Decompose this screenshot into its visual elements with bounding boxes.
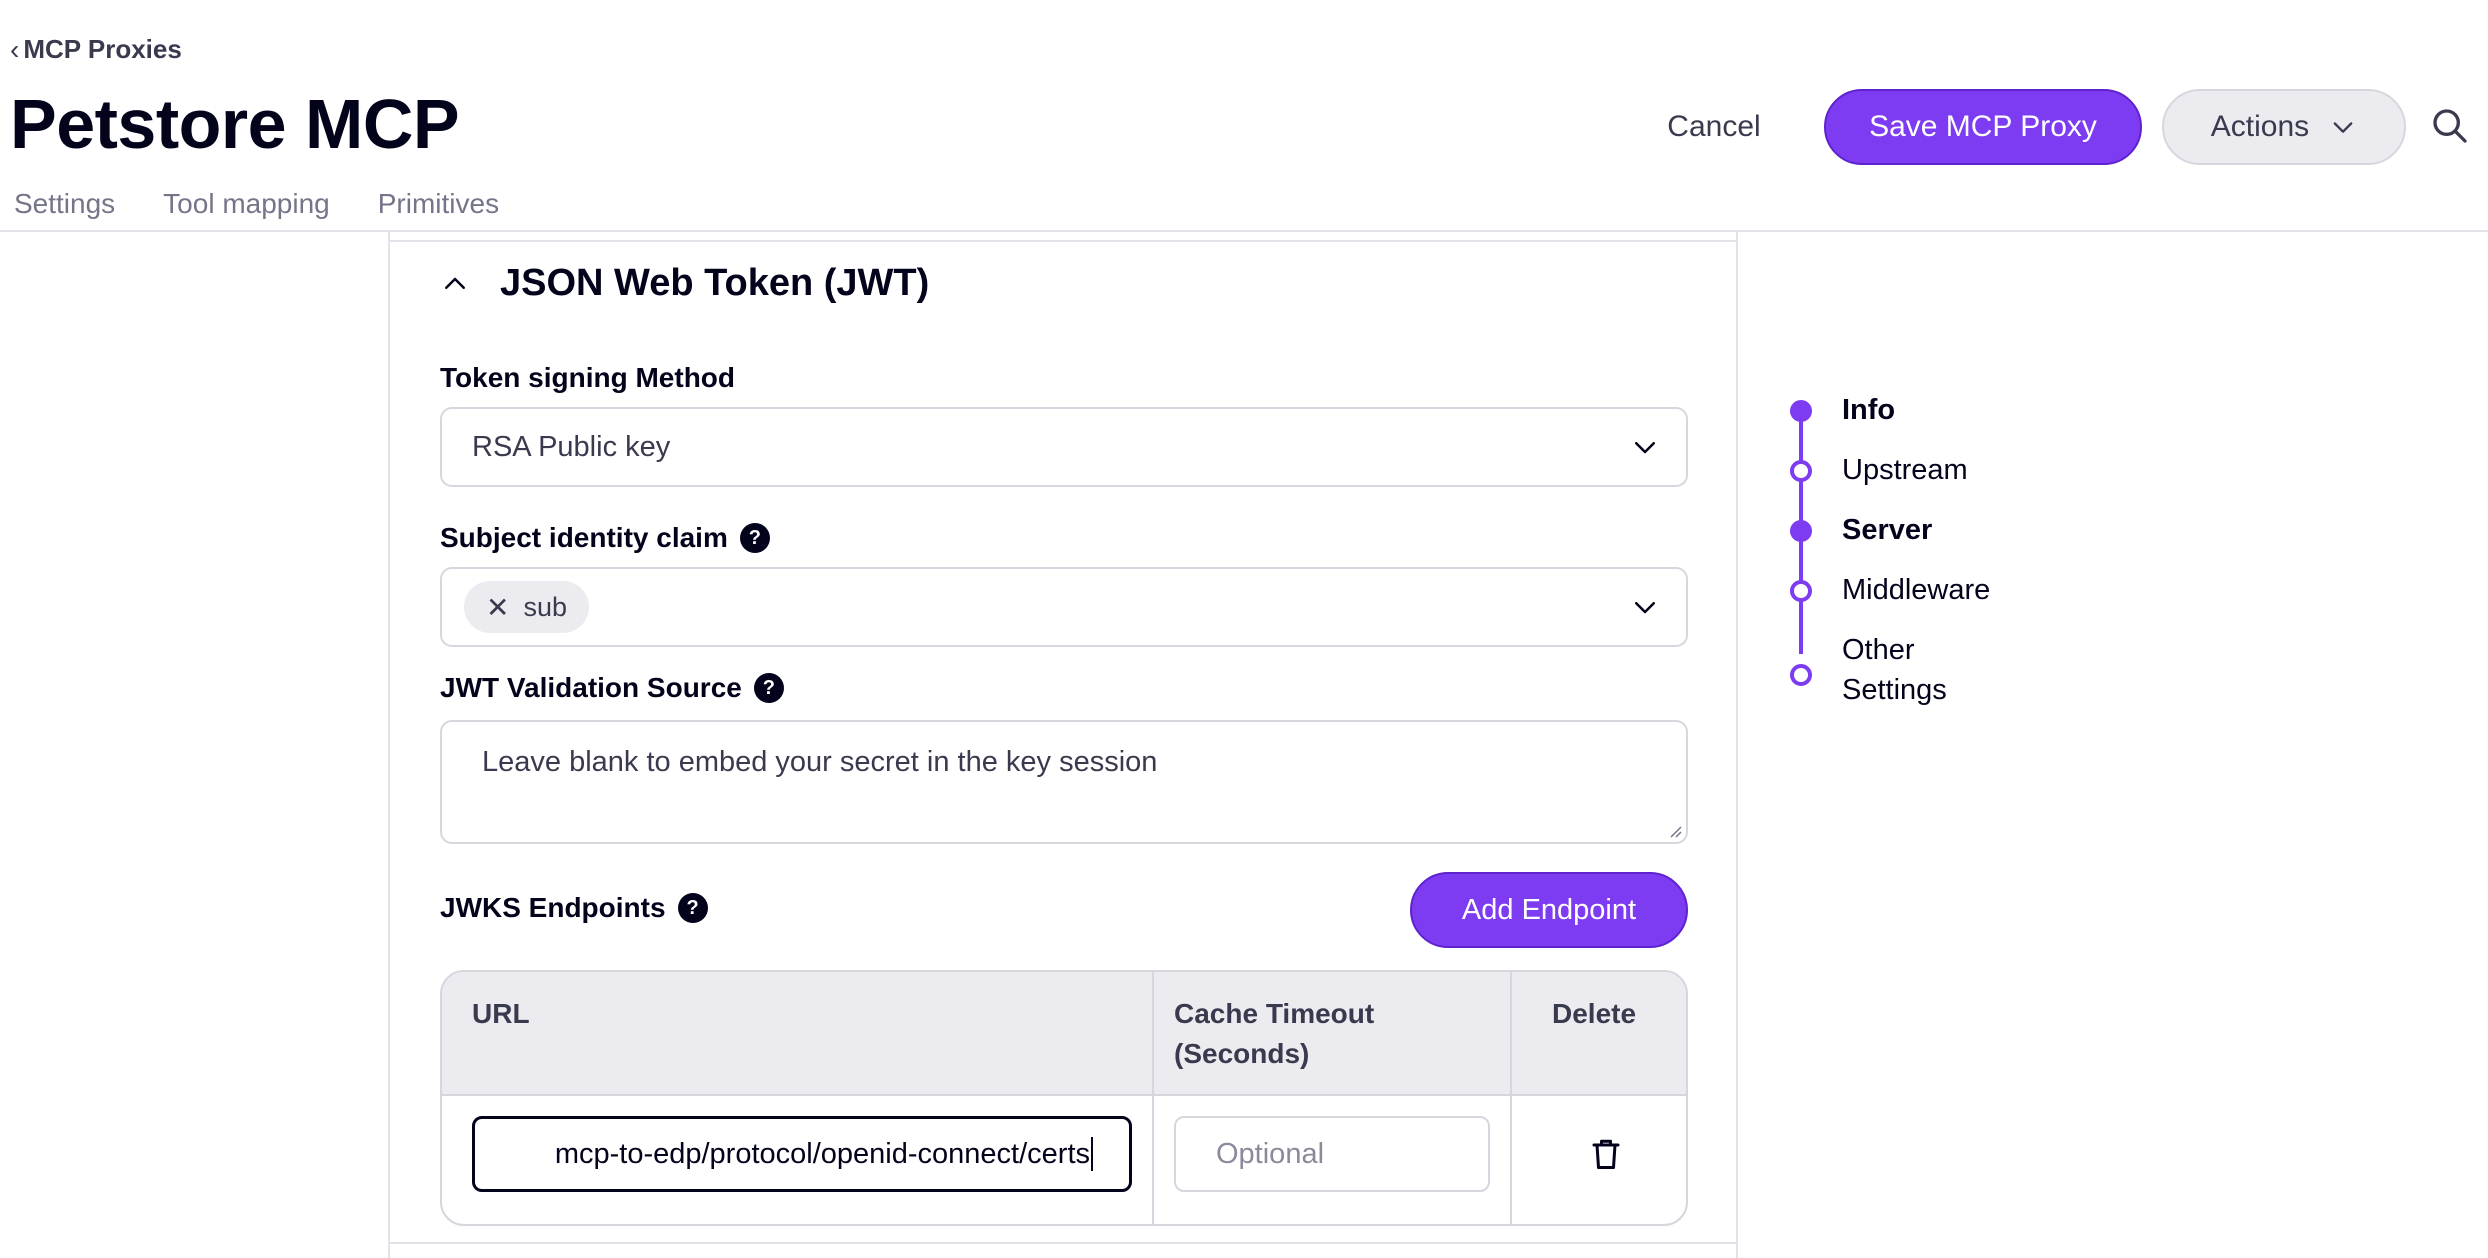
subject-claim-select[interactable]: ✕ sub (440, 567, 1688, 647)
column-divider (1152, 972, 1154, 1224)
add-endpoint-button[interactable]: Add Endpoint (1410, 872, 1688, 948)
step-upstream[interactable]: Upstream (1780, 450, 1968, 490)
validation-source-placeholder: Leave blank to embed your secret in the … (482, 746, 1158, 778)
step-label: Info (1842, 394, 1896, 426)
tab-bar: Settings Tool mapping Primitives (14, 188, 499, 220)
divider (390, 1242, 1736, 1244)
chevron-down-icon (1635, 602, 1655, 614)
text-caret (1091, 1137, 1093, 1171)
cancel-button[interactable]: Cancel (1640, 90, 1788, 164)
step-info[interactable]: Info (1780, 390, 1895, 430)
step-dot (1790, 460, 1812, 482)
chevron-up-icon (445, 277, 465, 289)
search-icon[interactable] (2430, 106, 2470, 146)
validation-source-label: JWT Validation Source ? (440, 672, 784, 704)
jwks-url-value: mcp-to-edp/protocol/openid-connect/certs (554, 1137, 1090, 1170)
step-dot (1790, 580, 1812, 602)
section-stepper: Info Upstream Server Middleware Other Se… (1780, 390, 2080, 730)
claim-chip-label: sub (523, 591, 568, 622)
column-header-cache-timeout: Cache Timeout (Seconds) (1174, 998, 1375, 1069)
subject-claim-label-text: Subject identity claim (440, 522, 728, 553)
chevron-down-icon (2333, 122, 2353, 133)
actions-button[interactable]: Actions (2162, 89, 2406, 165)
help-icon[interactable]: ? (739, 523, 770, 553)
jwks-url-input[interactable]: mcp-to-edp/protocol/openid-connect/certs (472, 1116, 1132, 1192)
claim-chip: ✕ sub (464, 581, 590, 633)
signing-method-select[interactable]: RSA Public key (440, 407, 1688, 487)
step-dot (1790, 664, 1812, 686)
trash-icon[interactable] (1588, 1136, 1624, 1172)
help-icon[interactable]: ? (677, 893, 708, 923)
validation-source-label-text: JWT Validation Source (440, 672, 742, 703)
page-title: Petstore MCP (10, 85, 460, 163)
tab-settings[interactable]: Settings (14, 188, 115, 220)
table-header: URL Cache Timeout (Seconds) Delete (442, 972, 1686, 1096)
subject-claim-label: Subject identity claim ? (440, 522, 770, 554)
tab-tool-mapping[interactable]: Tool mapping (163, 188, 330, 220)
step-server[interactable]: Server (1780, 510, 1932, 550)
signing-method-label-text: Token signing Method (440, 362, 736, 393)
step-label: Server (1842, 514, 1933, 546)
signing-method-value: RSA Public key (472, 430, 671, 463)
cache-timeout-input[interactable]: Optional (1174, 1116, 1490, 1192)
column-header-url: URL (472, 998, 530, 1029)
step-other-settings[interactable]: Other Settings (1780, 630, 2002, 710)
close-icon[interactable]: ✕ (486, 591, 509, 624)
step-label: Other Settings (1842, 634, 1947, 706)
jwt-section-toggle[interactable]: JSON Web Token (JWT) (440, 262, 929, 305)
back-link[interactable]: ‹ MCP Proxies (10, 34, 182, 65)
tab-primitives[interactable]: Primitives (378, 188, 499, 220)
jwks-endpoints-label-text: JWKS Endpoints (440, 892, 666, 923)
step-label: Upstream (1842, 454, 1968, 486)
step-label: Middleware (1842, 574, 1991, 606)
actions-button-label: Actions (2210, 110, 2310, 143)
step-dot (1790, 520, 1812, 542)
section-title: JSON Web Token (JWT) (500, 262, 930, 304)
chevron-down-icon (1635, 442, 1655, 454)
column-divider (1510, 972, 1512, 1224)
save-mcp-proxy-button[interactable]: Save MCP Proxy (1824, 89, 2142, 165)
step-dot (1790, 400, 1812, 422)
resize-handle-icon[interactable] (1666, 822, 1682, 838)
help-icon[interactable]: ? (753, 673, 784, 703)
jwks-endpoints-label: JWKS Endpoints ? (440, 892, 708, 924)
signing-method-label: Token signing Method (440, 362, 735, 394)
jwt-config-panel: JSON Web Token (JWT) Token signing Metho… (388, 232, 1738, 1258)
validation-source-textarea[interactable]: Leave blank to embed your secret in the … (440, 720, 1688, 844)
jwks-table: URL Cache Timeout (Seconds) Delete mcp-t… (440, 970, 1688, 1226)
back-link-label: MCP Proxies (23, 34, 182, 64)
cache-timeout-placeholder: Optional (1216, 1137, 1325, 1170)
step-middleware[interactable]: Middleware (1780, 570, 1990, 610)
page-header: ‹ MCP Proxies Petstore MCP Settings Tool… (0, 0, 2488, 232)
chevron-left-icon: ‹ (10, 33, 20, 65)
column-header-delete: Delete (1552, 998, 1637, 1029)
divider (390, 240, 1736, 242)
